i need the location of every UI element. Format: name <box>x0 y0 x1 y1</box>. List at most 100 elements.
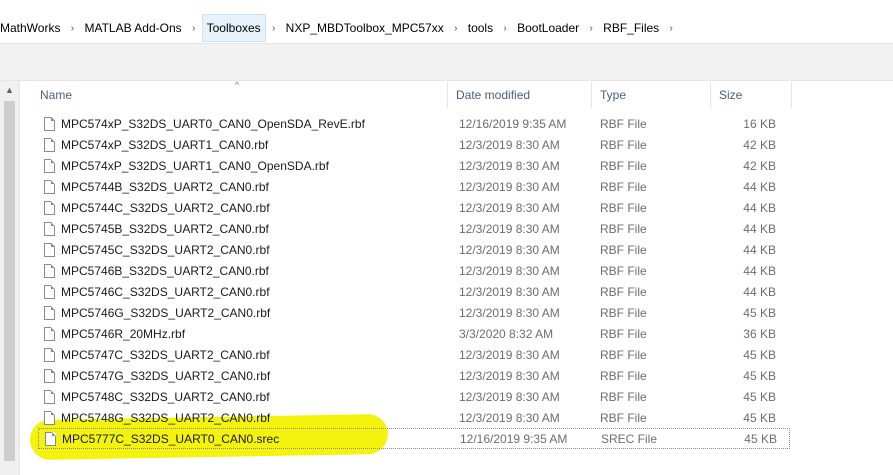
document-icon <box>44 137 55 152</box>
document-icon <box>44 284 55 299</box>
chevron-right-icon[interactable]: › <box>64 14 80 42</box>
breadcrumb-item[interactable]: Toolboxes <box>201 14 266 42</box>
file-row[interactable]: MPC574xP_S32DS_UART1_CAN0.rbf 12/3/2019 8… <box>38 134 790 155</box>
file-type: RBF File <box>600 179 647 194</box>
file-row[interactable]: MPC5746C_S32DS_UART2_CAN0.rbf 12/3/2019 8… <box>38 281 790 302</box>
column-header-type[interactable]: Type <box>592 82 711 108</box>
chevron-right-icon[interactable]: › <box>497 14 513 42</box>
file-name: MPC574xP_S32DS_UART0_CAN0_OpenSDA_RevE.r… <box>61 116 365 131</box>
file-name: MPC5748G_S32DS_UART2_CAN0.rbf <box>61 410 271 425</box>
navigation-pane-scrollbar[interactable]: ▲ <box>0 81 20 475</box>
chevron-right-icon[interactable]: › <box>663 14 679 42</box>
document-icon <box>44 410 55 425</box>
file-size: 44 KB <box>743 179 776 194</box>
document-icon <box>44 242 55 257</box>
file-type: RBF File <box>600 158 647 173</box>
file-type: RBF File <box>600 137 647 152</box>
document-icon <box>44 368 55 383</box>
file-name: MPC5747C_S32DS_UART2_CAN0.rbf <box>61 347 270 362</box>
document-icon <box>44 200 55 215</box>
file-name: MPC5745B_S32DS_UART2_CAN0.rbf <box>61 221 269 236</box>
file-row[interactable]: MPC5745C_S32DS_UART2_CAN0.rbf 12/3/2019 8… <box>38 239 790 260</box>
document-icon <box>44 179 55 194</box>
file-size: 36 KB <box>743 326 776 341</box>
file-type: RBF File <box>600 347 647 362</box>
file-name: MPC574xP_S32DS_UART1_CAN0.rbf <box>61 137 269 152</box>
breadcrumb-item[interactable]: BootLoader <box>513 14 583 42</box>
column-header-name[interactable]: Name <box>32 82 448 108</box>
file-type: RBF File <box>600 200 647 215</box>
chevron-right-icon[interactable]: › <box>266 14 282 42</box>
chevron-right-icon[interactable]: › <box>186 14 202 42</box>
column-header-size[interactable]: Size <box>711 82 792 108</box>
chevron-right-icon[interactable]: › <box>583 14 599 42</box>
file-row[interactable]: MPC5746B_S32DS_UART2_CAN0.rbf 12/3/2019 8… <box>38 260 790 281</box>
file-name: MPC5744B_S32DS_UART2_CAN0.rbf <box>61 179 269 194</box>
file-row[interactable]: MPC5748C_S32DS_UART2_CAN0.rbf 12/3/2019 8… <box>38 386 790 407</box>
column-header-date-modified[interactable]: Date modified <box>448 82 592 108</box>
scroll-thumb[interactable] <box>4 101 15 461</box>
file-size: 45 KB <box>743 305 776 320</box>
file-type: RBF File <box>600 305 647 320</box>
file-row[interactable]: MPC574xP_S32DS_UART1_CAN0_OpenSDA.rbf 12/… <box>38 155 790 176</box>
document-icon <box>44 347 55 362</box>
breadcrumb-item[interactable]: MATLAB Add-Ons <box>80 14 185 42</box>
file-size: 42 KB <box>743 158 776 173</box>
file-date-modified: 12/3/2019 8:30 AM <box>459 137 560 152</box>
file-type: RBF File <box>600 284 647 299</box>
file-row[interactable]: MPC5777C_S32DS_UART0_CAN0.srec 12/16/2019… <box>38 428 790 449</box>
file-name: MPC5745C_S32DS_UART2_CAN0.rbf <box>61 242 270 257</box>
file-name: MPC5746B_S32DS_UART2_CAN0.rbf <box>61 263 269 278</box>
scroll-up-arrow-icon[interactable]: ▲ <box>4 85 15 96</box>
file-date-modified: 12/3/2019 8:30 AM <box>459 368 560 383</box>
file-row[interactable]: MPC5747G_S32DS_UART2_CAN0.rbf 12/3/2019 8… <box>38 365 790 386</box>
breadcrumb-item[interactable]: tools <box>464 14 497 42</box>
document-icon <box>44 116 55 131</box>
file-name: MPC5746C_S32DS_UART2_CAN0.rbf <box>61 284 270 299</box>
chevron-right-icon[interactable]: › <box>448 14 464 42</box>
file-row[interactable]: MPC5745B_S32DS_UART2_CAN0.rbf 12/3/2019 8… <box>38 218 790 239</box>
file-date-modified: 12/3/2019 8:30 AM <box>459 179 560 194</box>
document-icon <box>44 221 55 236</box>
document-icon <box>44 263 55 278</box>
file-type: RBF File <box>600 410 647 425</box>
file-row[interactable]: MPC5746R_20MHz.rbf 3/3/2020 8:32 AM RBF Fi… <box>38 323 790 344</box>
file-row[interactable]: MPC574xP_S32DS_UART0_CAN0_OpenSDA_RevE.r… <box>38 113 790 134</box>
file-list: MPC574xP_S32DS_UART0_CAN0_OpenSDA_RevE.r… <box>38 113 790 449</box>
file-type: RBF File <box>600 242 647 257</box>
file-row[interactable]: MPC5744C_S32DS_UART2_CAN0.rbf 12/3/2019 8… <box>38 197 790 218</box>
file-size: 44 KB <box>743 263 776 278</box>
document-icon <box>44 389 55 404</box>
file-date-modified: 12/3/2019 8:30 AM <box>459 410 560 425</box>
breadcrumb-item[interactable]: NXP_MBDToolbox_MPC57xx <box>282 14 448 42</box>
file-date-modified: 3/3/2020 8:32 AM <box>459 326 554 341</box>
file-size: 44 KB <box>743 221 776 236</box>
file-type: RBF File <box>600 263 647 278</box>
toolbar-strip <box>0 44 893 81</box>
file-size: 44 KB <box>743 200 776 215</box>
file-date-modified: 12/3/2019 8:30 AM <box>459 263 560 278</box>
file-type: RBF File <box>600 116 647 131</box>
file-size: 45 KB <box>743 347 776 362</box>
breadcrumb: MathWorks › MATLAB Add-Ons › Toolboxes › NXP_M… <box>0 13 893 44</box>
file-date-modified: 12/3/2019 8:30 AM <box>459 389 560 404</box>
file-row[interactable]: MPC5748G_S32DS_UART2_CAN0.rbf 12/3/2019 8… <box>38 407 790 428</box>
sort-ascending-icon: ^ <box>235 80 240 90</box>
breadcrumb-item[interactable]: RBF_Files <box>599 14 663 42</box>
file-row[interactable]: MPC5747C_S32DS_UART2_CAN0.rbf 12/3/2019 8… <box>38 344 790 365</box>
file-type: RBF File <box>600 389 647 404</box>
file-row[interactable]: MPC5744B_S32DS_UART2_CAN0.rbf 12/3/2019 8… <box>38 176 790 197</box>
file-date-modified: 12/3/2019 8:30 AM <box>459 242 560 257</box>
file-name: MPC5744C_S32DS_UART2_CAN0.rbf <box>61 200 270 215</box>
document-icon <box>44 326 55 341</box>
file-date-modified: 12/16/2019 9:35 AM <box>459 116 567 131</box>
file-explorer-window: MathWorks › MATLAB Add-Ons › Toolboxes › NXP_M… <box>0 0 893 475</box>
file-date-modified: 12/3/2019 8:30 AM <box>459 305 560 320</box>
file-size: 16 KB <box>743 116 776 131</box>
breadcrumb-item[interactable]: MathWorks <box>0 14 64 42</box>
file-name: MPC5746G_S32DS_UART2_CAN0.rbf <box>61 305 271 320</box>
column-header-size-label: Size <box>719 88 743 102</box>
file-row[interactable]: MPC5746G_S32DS_UART2_CAN0.rbf 12/3/2019 8… <box>38 302 790 323</box>
file-date-modified: 12/3/2019 8:30 AM <box>459 200 560 215</box>
file-name: MPC574xP_S32DS_UART1_CAN0_OpenSDA.rbf <box>61 158 329 173</box>
